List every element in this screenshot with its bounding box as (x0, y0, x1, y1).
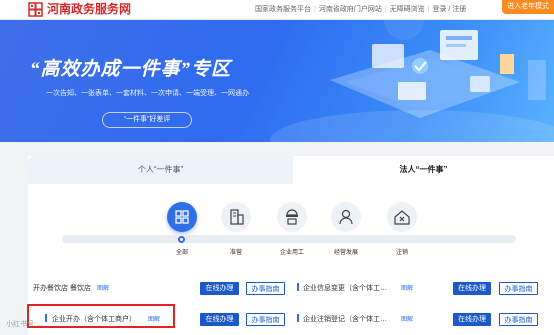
worker-icon (286, 209, 298, 225)
stage-label-all: 全部 (175, 250, 188, 256)
item-prefix-catering: 开办餐饮店 (33, 285, 68, 292)
tab-personal[interactable]: 个人“一件事” (28, 156, 293, 184)
divider: | (384, 6, 387, 13)
highlight-box (27, 304, 175, 328)
tab-bar: 个人“一件事” 法人“一件事” (28, 156, 554, 184)
info-change-guide-button[interactable]: 办事指南 (499, 282, 538, 295)
top-bar: 河南政务服务网 国家政务服务平台 | 河南省政府门户网站 | 无障碍浏览 | 登录 / 注册… (0, 0, 554, 20)
site-name[interactable]: 河南政务服务网 (47, 2, 131, 17)
stage-track-indicator (178, 236, 185, 243)
top-links: 国家政务服务平台 | 河南省政府门户网站 | 无障碍浏览 | 登录 / 注册 (255, 4, 466, 15)
item-marker-icon (297, 314, 299, 322)
info-change-online-button[interactable]: 在线办理 (453, 282, 491, 295)
catering-guide-button[interactable]: 办事指南 (246, 282, 285, 295)
stage-label-employment: 企业用工 (279, 250, 304, 256)
deregistration-online-button[interactable]: 在线办理 (453, 313, 491, 326)
stage-label-business-growth: 经营发展 (333, 250, 358, 256)
item-marker-icon (297, 283, 299, 291)
emblem-icon[interactable] (28, 2, 43, 17)
banner-title: “高效办成一件事”专区 (30, 59, 232, 80)
banner-subtitle: 一次告知、一张表单、一套材料、一次申请、一端受理、一网通办 (46, 90, 249, 97)
elder-mode-button[interactable]: 进入老年模式 (502, 0, 554, 14)
house-cancel-icon (394, 210, 410, 225)
item-catering-diagram[interactable]: 图解 (97, 283, 109, 292)
stage-track (62, 235, 516, 243)
item-catering-name[interactable]: 餐饮店 (70, 283, 91, 293)
stage-deregistration[interactable] (387, 202, 417, 232)
rating-button[interactable]: “一件事”好差评 (102, 112, 192, 128)
item-info-change-diagram[interactable]: 图解 (401, 283, 413, 292)
grid-icon (175, 210, 189, 224)
item-info-change-name[interactable]: 企业信息变更（含个体工… (303, 283, 387, 293)
link-national-platform[interactable]: 国家政务服务平台 (255, 4, 311, 15)
stage-permit[interactable] (221, 202, 251, 232)
banner: “高效办成一件事”专区 一次告知、一张表单、一套材料、一次申请、一端受理、一网通… (0, 20, 554, 142)
stage-label-permit: 准营 (229, 250, 242, 256)
tab-legal[interactable]: 法人“一件事” (293, 156, 554, 184)
item-deregistration-diagram[interactable]: 图解 (401, 314, 413, 323)
catering-online-button[interactable]: 在线办理 (200, 282, 239, 295)
banner-illustration (270, 20, 554, 142)
link-accessibility[interactable]: 无障碍浏览 (390, 4, 425, 15)
stage-employment[interactable] (277, 202, 307, 232)
deregistration-guide-button[interactable]: 办事指南 (499, 313, 538, 326)
user-growth-icon (339, 209, 353, 225)
divider: | (427, 6, 430, 13)
business-startup-online-button[interactable]: 在线办理 (200, 313, 239, 326)
link-login-register[interactable]: 登录 / 注册 (432, 4, 466, 15)
stage-business-growth[interactable] (331, 202, 361, 232)
link-provincial-portal[interactable]: 河南省政府门户网站 (319, 4, 382, 15)
stage-all[interactable] (167, 202, 197, 232)
building-icon (230, 209, 244, 225)
watermark: 小红书号:… (6, 321, 43, 328)
stage-label-deregistration: 注销 (395, 250, 408, 256)
divider: | (314, 6, 316, 13)
business-startup-guide-button[interactable]: 办事指南 (246, 313, 285, 326)
item-deregistration-name[interactable]: 企业注销登记（含个体工… (303, 314, 387, 324)
